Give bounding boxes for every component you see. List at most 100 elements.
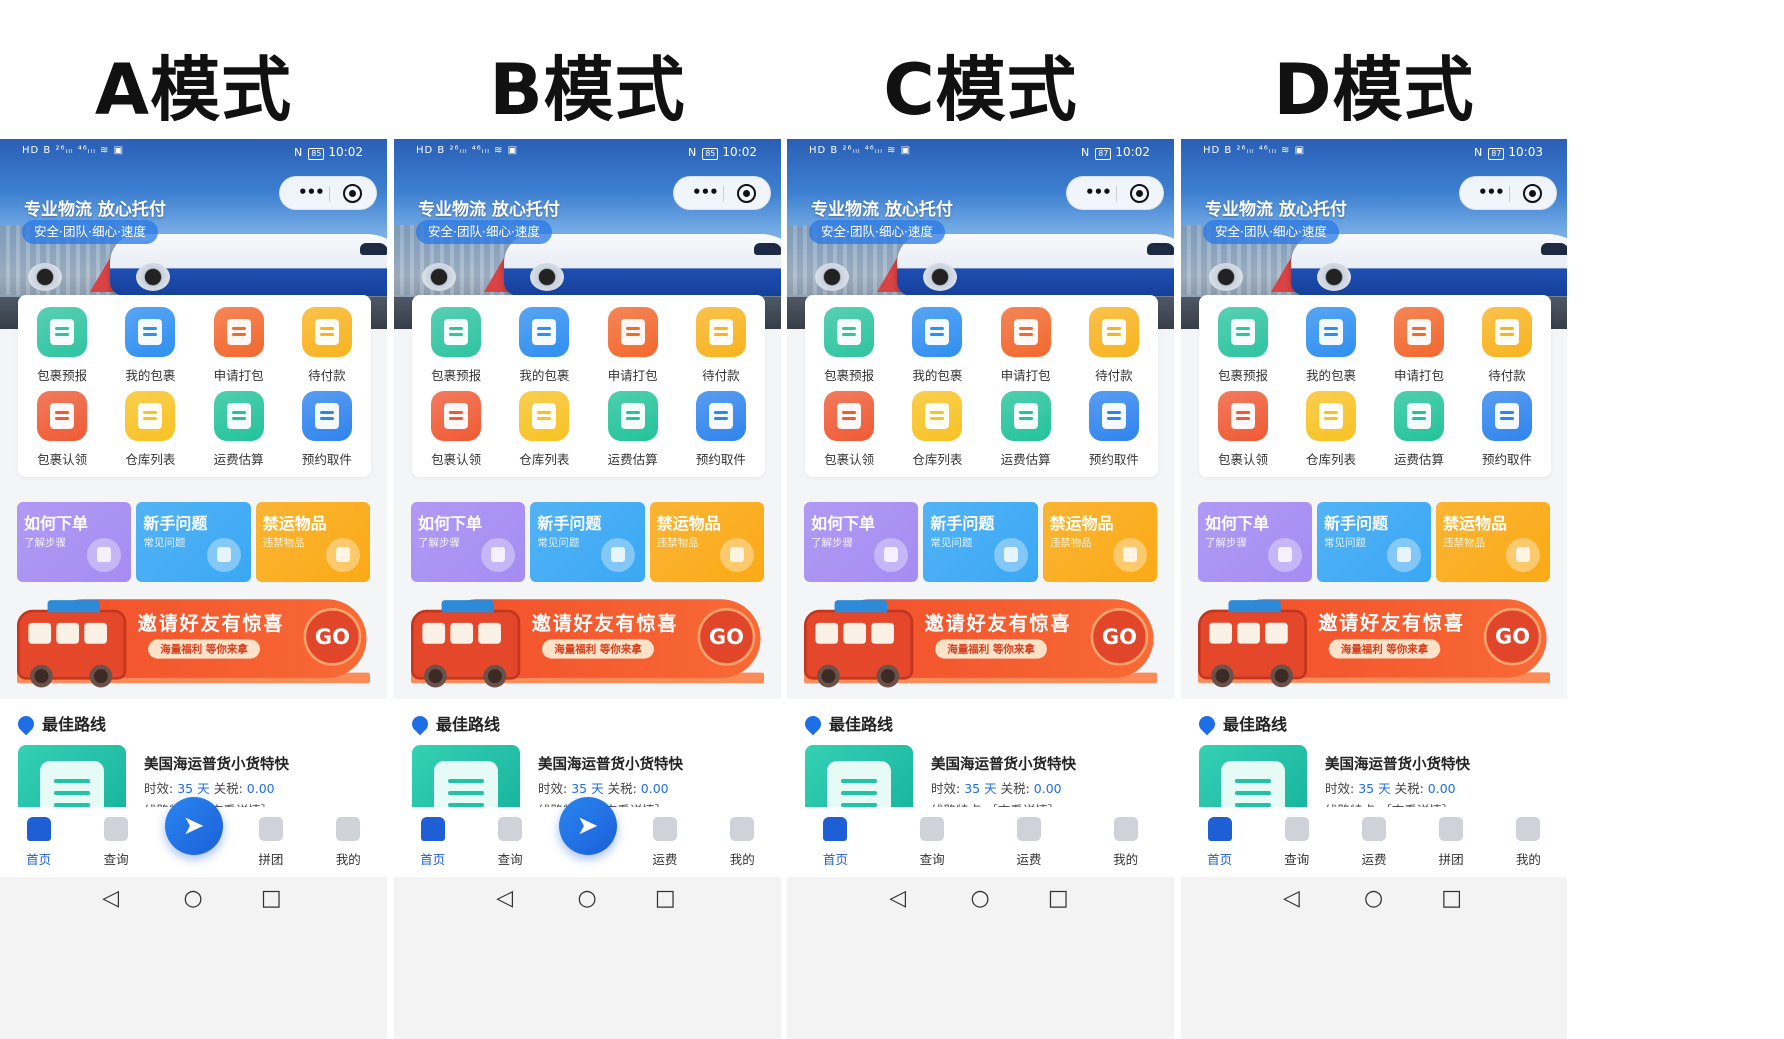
grid-item[interactable]: 运费估算: [593, 391, 673, 471]
grid-item[interactable]: 仓库列表: [504, 391, 584, 471]
grid-item[interactable]: 仓库列表: [897, 391, 977, 471]
route-title[interactable]: 美国海运普货小货特快: [931, 753, 1076, 774]
info-card[interactable]: 新手问题 常见问题: [923, 502, 1038, 582]
tab-item[interactable]: 运费: [1344, 817, 1404, 868]
close-target-icon[interactable]: [737, 184, 756, 203]
tab-item[interactable]: 我的: [712, 817, 772, 868]
grid-item[interactable]: 我的包裹: [897, 307, 977, 387]
back-nav-icon[interactable]: ◁: [496, 886, 513, 911]
grid-item[interactable]: 运费估算: [199, 391, 279, 471]
grid-item[interactable]: 包裹认领: [22, 391, 102, 471]
close-target-icon[interactable]: [343, 184, 362, 203]
tab-item[interactable]: 查询: [86, 817, 146, 868]
grid-item[interactable]: 包裹认领: [416, 391, 496, 471]
more-dots-icon[interactable]: •••: [298, 183, 325, 201]
miniprogram-capsule[interactable]: •••: [1459, 176, 1557, 210]
home-nav-icon[interactable]: ○: [184, 886, 203, 911]
grid-item[interactable]: 申请打包: [593, 307, 673, 387]
grid-item[interactable]: 仓库列表: [1291, 391, 1371, 471]
grid-item[interactable]: 我的包裹: [110, 307, 190, 387]
grid-item[interactable]: 待付款: [1467, 307, 1547, 387]
recent-apps-icon[interactable]: □: [261, 886, 282, 911]
grid-item[interactable]: 待付款: [681, 307, 761, 387]
route-title[interactable]: 美国海运普货小货特快: [1325, 753, 1470, 774]
grid-item[interactable]: 包裹预报: [416, 307, 496, 387]
grid-item[interactable]: 包裹认领: [1203, 391, 1283, 471]
tab-item[interactable]: 运费: [635, 817, 695, 868]
grid-item[interactable]: 包裹预报: [22, 307, 102, 387]
grid-item[interactable]: 包裹预报: [809, 307, 889, 387]
go-button[interactable]: GO: [1090, 607, 1149, 666]
recent-apps-icon[interactable]: □: [655, 886, 676, 911]
grid-item[interactable]: 预约取件: [681, 391, 761, 471]
grid-item[interactable]: 待付款: [1074, 307, 1154, 387]
go-button[interactable]: GO: [303, 607, 362, 666]
tab-item[interactable]: 运费: [999, 817, 1059, 868]
info-card[interactable]: 禁运物品 违禁物品: [255, 502, 370, 582]
tab-item[interactable]: 首页: [403, 817, 463, 868]
grid-item[interactable]: 预约取件: [1074, 391, 1154, 471]
grid-item[interactable]: 仓库列表: [110, 391, 190, 471]
info-card[interactable]: 禁运物品 违禁物品: [649, 502, 764, 582]
grid-item[interactable]: 申请打包: [1379, 307, 1459, 387]
grid-item[interactable]: 运费估算: [1379, 391, 1459, 471]
tab-item[interactable]: 我的: [1498, 817, 1558, 868]
send-fab-button[interactable]: ➤: [558, 797, 617, 855]
tab-item[interactable]: 查询: [1267, 817, 1327, 868]
more-dots-icon[interactable]: •••: [692, 183, 719, 201]
back-nav-icon[interactable]: ◁: [889, 886, 906, 911]
go-button[interactable]: GO: [1483, 607, 1542, 666]
invite-banner[interactable]: 邀请好友有惊喜 海量福利 等你来拿 GO: [17, 587, 370, 692]
tab-item[interactable]: 首页: [9, 817, 69, 868]
home-nav-icon[interactable]: ○: [971, 886, 990, 911]
invite-banner[interactable]: 邀请好友有惊喜 海量福利 等你来拿 GO: [804, 587, 1157, 692]
info-card[interactable]: 禁运物品 违禁物品: [1436, 502, 1550, 582]
grid-item[interactable]: 预约取件: [1467, 391, 1547, 471]
home-nav-icon[interactable]: ○: [1364, 886, 1383, 911]
miniprogram-capsule[interactable]: •••: [1066, 176, 1164, 210]
grid-item[interactable]: 申请打包: [986, 307, 1066, 387]
invite-banner[interactable]: 邀请好友有惊喜 海量福利 等你来拿 GO: [411, 587, 764, 692]
grid-item[interactable]: 我的包裹: [504, 307, 584, 387]
tab-item[interactable]: 拼团: [1421, 817, 1481, 868]
info-card[interactable]: 新手问题 常见问题: [1317, 502, 1431, 582]
route-title[interactable]: 美国海运普货小货特快: [144, 753, 289, 774]
recent-apps-icon[interactable]: □: [1441, 886, 1462, 911]
more-dots-icon[interactable]: •••: [1478, 183, 1505, 201]
recent-apps-icon[interactable]: □: [1048, 886, 1069, 911]
grid-item[interactable]: 预约取件: [287, 391, 367, 471]
home-nav-icon[interactable]: ○: [578, 886, 597, 911]
tab-item[interactable]: 首页: [1190, 817, 1250, 868]
tab-item[interactable]: 首页: [805, 817, 865, 868]
invite-banner[interactable]: 邀请好友有惊喜 海量福利 等你来拿 GO: [1198, 587, 1550, 692]
grid-item[interactable]: 待付款: [287, 307, 367, 387]
go-button[interactable]: GO: [697, 607, 756, 666]
back-nav-icon[interactable]: ◁: [102, 886, 119, 911]
tab-item[interactable]: 我的: [318, 817, 378, 868]
info-card[interactable]: 如何下单 了解步骤: [1198, 502, 1312, 582]
info-card[interactable]: 新手问题 常见问题: [136, 502, 251, 582]
tab-item[interactable]: 拼团: [241, 817, 301, 868]
grid-item[interactable]: 我的包裹: [1291, 307, 1371, 387]
tab-label: 我的: [335, 852, 361, 867]
close-target-icon[interactable]: [1130, 184, 1149, 203]
miniprogram-capsule[interactable]: •••: [279, 176, 377, 210]
route-title[interactable]: 美国海运普货小货特快: [538, 753, 683, 774]
grid-item[interactable]: 包裹预报: [1203, 307, 1283, 387]
tab-item[interactable]: 我的: [1096, 817, 1156, 868]
info-card[interactable]: 如何下单 了解步骤: [804, 502, 919, 582]
info-card[interactable]: 禁运物品 违禁物品: [1042, 502, 1157, 582]
back-nav-icon[interactable]: ◁: [1283, 886, 1300, 911]
miniprogram-capsule[interactable]: •••: [673, 176, 771, 210]
tab-item[interactable]: 查询: [902, 817, 962, 868]
info-card[interactable]: 新手问题 常见问题: [530, 502, 645, 582]
grid-item[interactable]: 运费估算: [986, 391, 1066, 471]
tab-item[interactable]: 查询: [480, 817, 540, 868]
info-card[interactable]: 如何下单 了解步骤: [17, 502, 132, 582]
more-dots-icon[interactable]: •••: [1085, 183, 1112, 201]
close-target-icon[interactable]: [1523, 184, 1542, 203]
grid-item[interactable]: 申请打包: [199, 307, 279, 387]
send-fab-button[interactable]: ➤: [164, 797, 223, 855]
info-card[interactable]: 如何下单 了解步骤: [411, 502, 526, 582]
grid-item[interactable]: 包裹认领: [809, 391, 889, 471]
